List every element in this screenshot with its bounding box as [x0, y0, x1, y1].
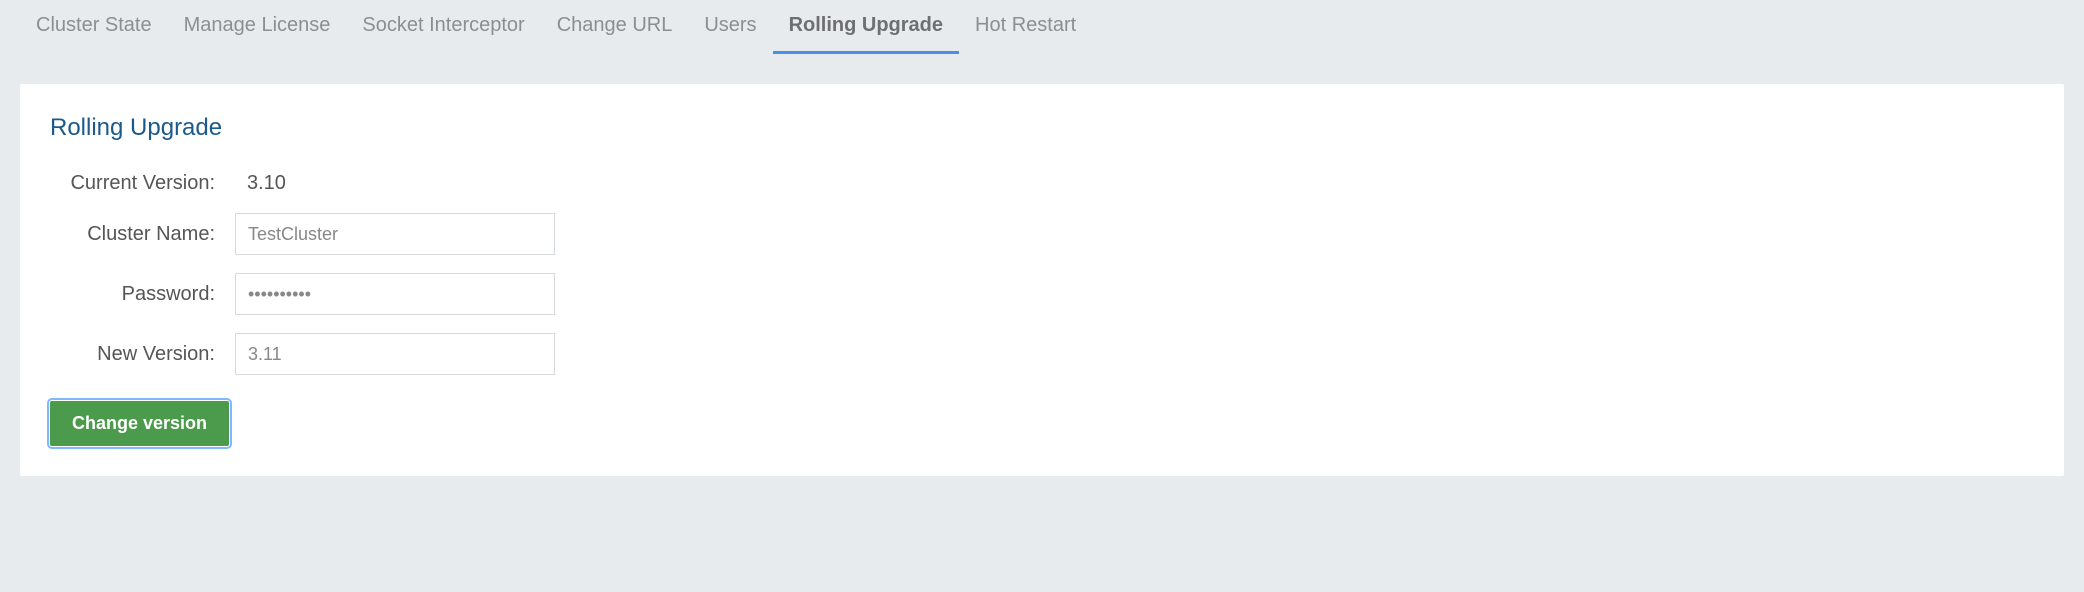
panel-title: Rolling Upgrade	[50, 114, 2044, 142]
label-current-version: Current Version:	[40, 172, 235, 195]
label-cluster-name: Cluster Name:	[40, 223, 235, 246]
row-new-version: New Version:	[40, 333, 2044, 375]
input-new-version[interactable]	[235, 333, 555, 375]
tab-bar: Cluster State Manage License Socket Inte…	[0, 0, 2084, 54]
row-current-version: Current Version: 3.10	[40, 172, 2044, 195]
row-cluster-name: Cluster Name:	[40, 213, 2044, 255]
label-new-version: New Version:	[40, 343, 235, 366]
tab-change-url[interactable]: Change URL	[541, 0, 689, 54]
tab-cluster-state[interactable]: Cluster State	[20, 0, 168, 54]
tab-socket-interceptor[interactable]: Socket Interceptor	[346, 0, 540, 54]
value-current-version: 3.10	[235, 172, 286, 195]
tab-rolling-upgrade[interactable]: Rolling Upgrade	[773, 0, 959, 54]
tab-hot-restart[interactable]: Hot Restart	[959, 0, 1092, 54]
change-version-button[interactable]: Change version	[50, 401, 229, 446]
tab-manage-license[interactable]: Manage License	[168, 0, 347, 54]
rolling-upgrade-panel: Rolling Upgrade Current Version: 3.10 Cl…	[20, 84, 2064, 476]
input-password[interactable]	[235, 273, 555, 315]
tab-users[interactable]: Users	[688, 0, 772, 54]
input-cluster-name[interactable]	[235, 213, 555, 255]
row-password: Password:	[40, 273, 2044, 315]
label-password: Password:	[40, 283, 235, 306]
